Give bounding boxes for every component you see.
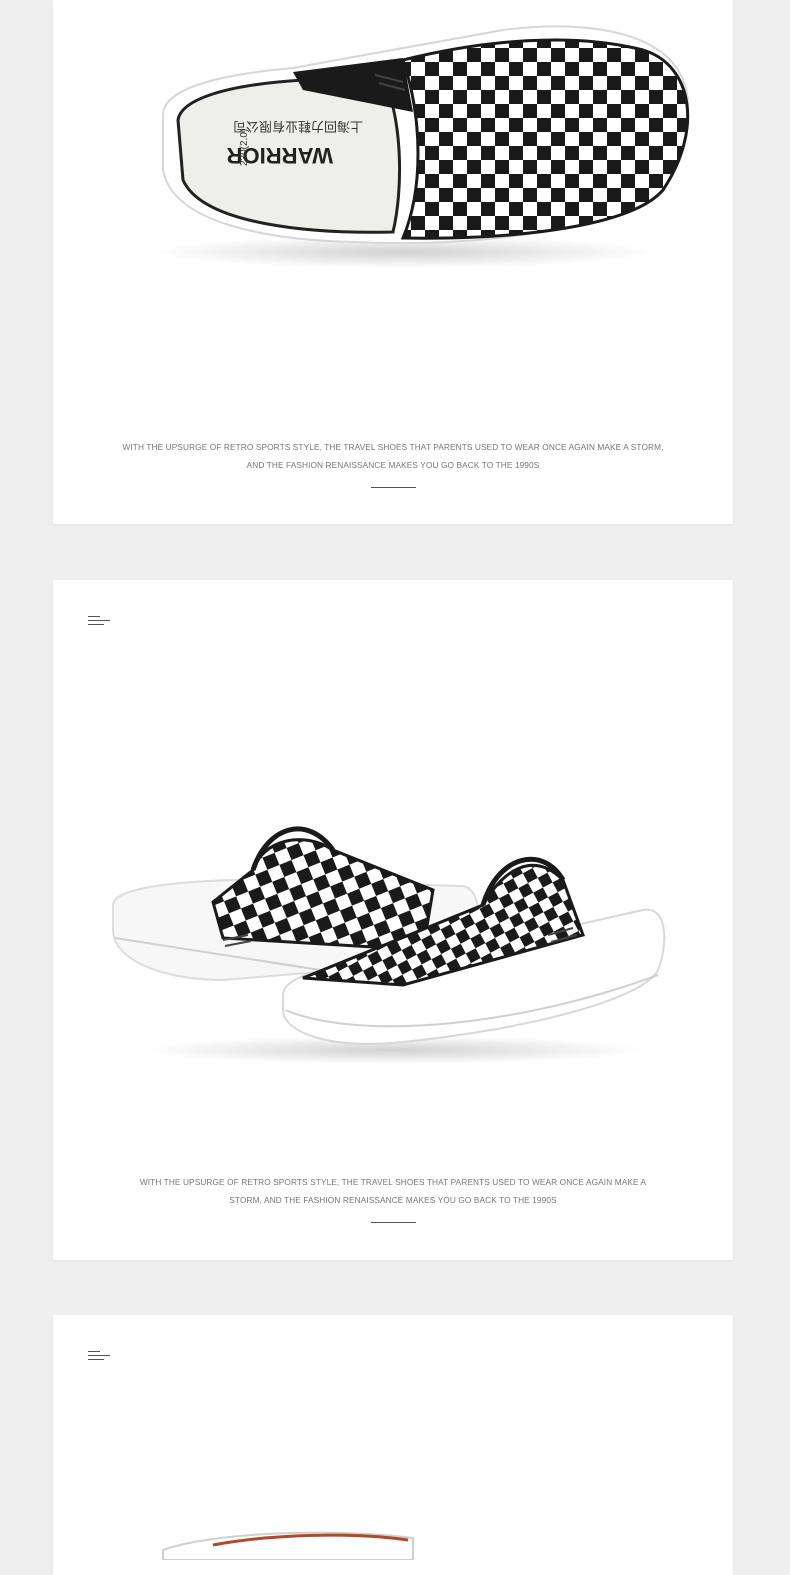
divider-rule bbox=[371, 1222, 416, 1223]
product-card-2: WITH THE UPSURGE OF RETRO SPORTS STYLE, … bbox=[53, 580, 733, 1260]
product-card-1: WARRIOR 上海回力鞋业有限公司 230(2.0) WITH THE UPS… bbox=[53, 0, 733, 524]
caption-line-2: STORM, AND THE FASHION RENAISSANCE MAKES… bbox=[229, 1195, 557, 1205]
insole-size-text: 230(2.0) bbox=[239, 129, 250, 166]
caption-line-2: AND THE FASHION RENAISSANCE MAKES YOU GO… bbox=[246, 460, 540, 470]
section-caption: WITH THE UPSURGE OF RETRO SPORTS STYLE, … bbox=[53, 1173, 733, 1209]
caption-line-1: WITH THE UPSURGE OF RETRO SPORTS STYLE, … bbox=[122, 442, 664, 452]
shoe-pair-side-view-image bbox=[103, 810, 683, 1070]
insole-company-text: 上海回力鞋业有限公司 bbox=[233, 118, 363, 134]
section-caption: WITH THE UPSURGE OF RETRO SPORTS STYLE, … bbox=[53, 438, 733, 474]
menu-lines-icon[interactable] bbox=[88, 616, 112, 628]
shoe-top-view-image: WARRIOR 上海回力鞋业有限公司 230(2.0) bbox=[103, 20, 693, 280]
menu-lines-icon[interactable] bbox=[88, 1351, 112, 1363]
caption-line-1: WITH THE UPSURGE OF RETRO SPORTS STYLE, … bbox=[139, 1177, 647, 1187]
product-card-3 bbox=[53, 1315, 733, 1575]
shoe-partial-image bbox=[153, 1520, 453, 1560]
divider-rule bbox=[371, 487, 416, 488]
